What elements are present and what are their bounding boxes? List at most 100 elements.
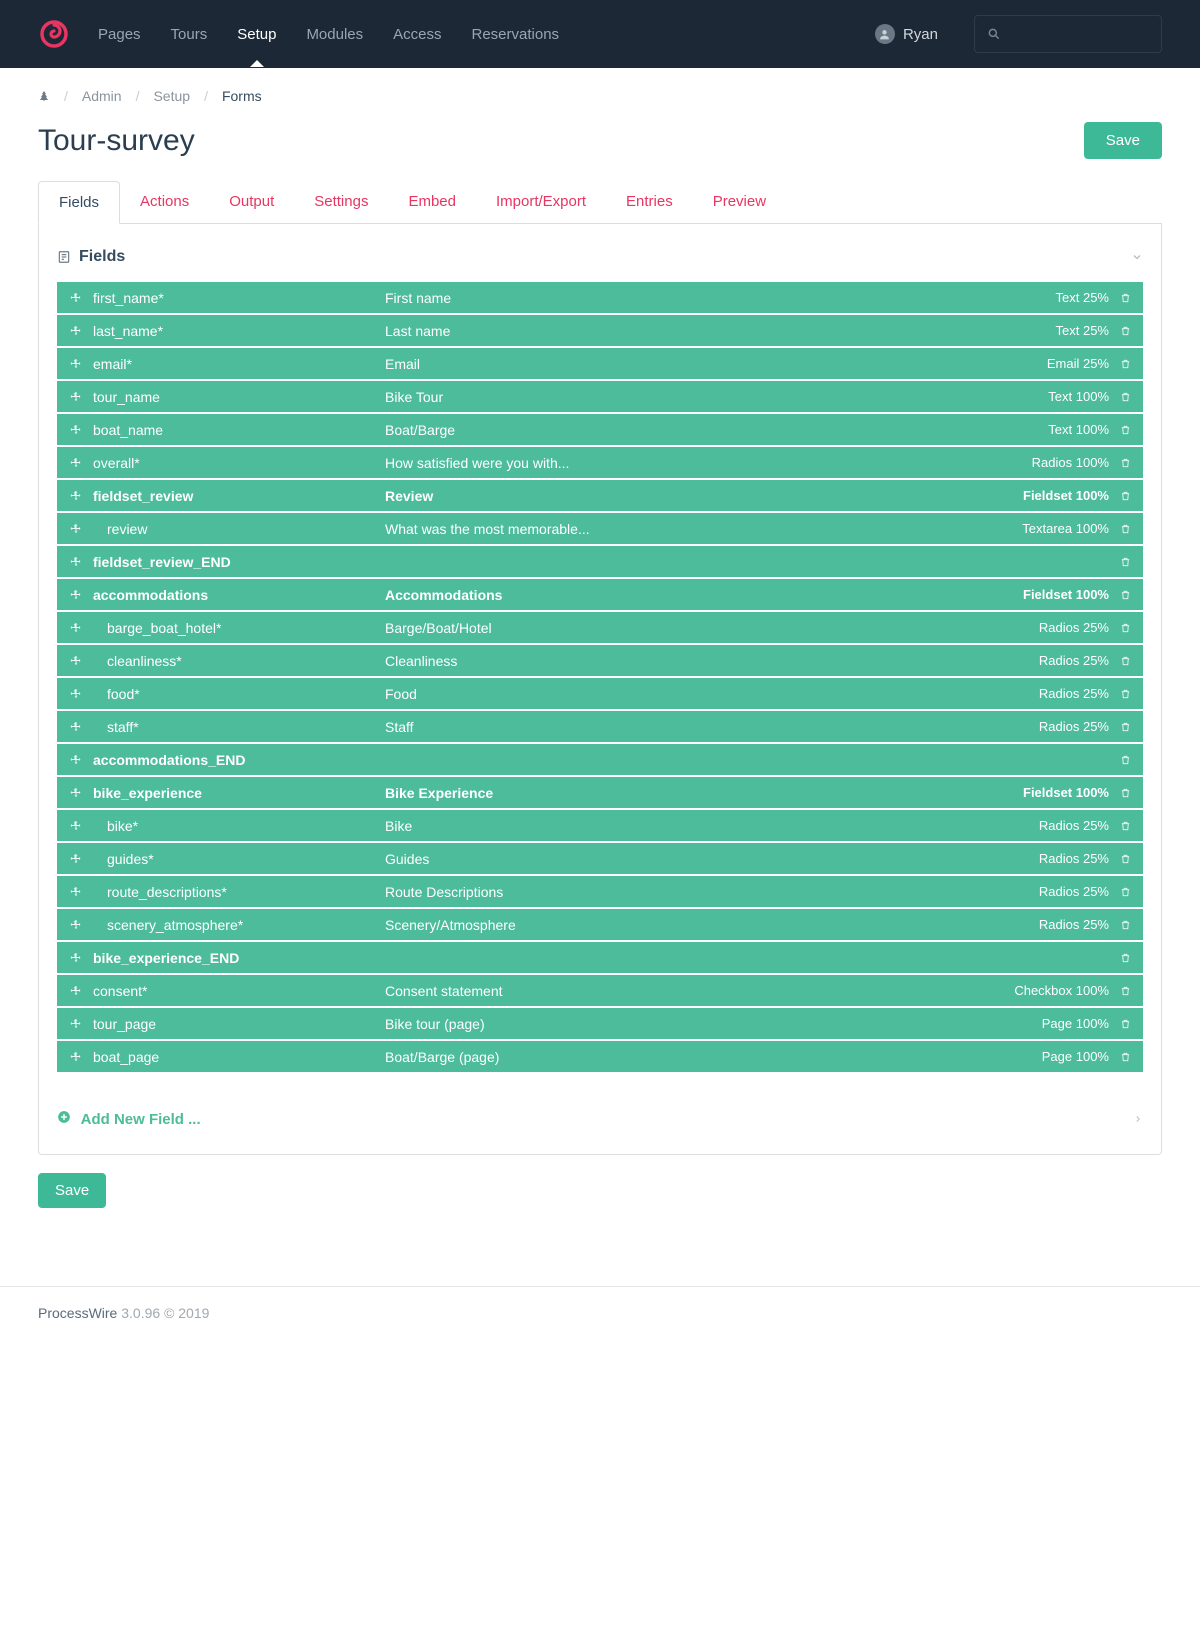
move-icon[interactable] xyxy=(67,787,85,799)
fields-section-header[interactable]: Fields xyxy=(57,242,1143,282)
move-icon[interactable] xyxy=(67,688,85,700)
trash-icon[interactable] xyxy=(1117,391,1133,403)
breadcrumb-setup[interactable]: Setup xyxy=(153,88,190,104)
move-icon[interactable] xyxy=(67,391,85,403)
tree-icon[interactable] xyxy=(38,89,50,103)
trash-icon[interactable] xyxy=(1117,952,1133,964)
tab-entries[interactable]: Entries xyxy=(606,181,693,223)
field-row[interactable]: barge_boat_hotel*Barge/Boat/HotelRadios … xyxy=(57,612,1143,643)
tab-fields[interactable]: Fields xyxy=(38,181,120,224)
nav-item-modules[interactable]: Modules xyxy=(306,2,363,67)
field-row[interactable]: tour_nameBike TourText 100% xyxy=(57,381,1143,412)
trash-icon[interactable] xyxy=(1117,325,1133,337)
trash-icon[interactable] xyxy=(1117,754,1133,766)
user-menu[interactable]: Ryan xyxy=(875,24,938,44)
move-icon[interactable] xyxy=(67,589,85,601)
save-button[interactable]: Save xyxy=(1084,122,1162,159)
move-icon[interactable] xyxy=(67,820,85,832)
field-row[interactable]: tour_pageBike tour (page)Page 100% xyxy=(57,1008,1143,1039)
move-icon[interactable] xyxy=(67,292,85,304)
tab-settings[interactable]: Settings xyxy=(294,181,388,223)
field-row[interactable]: cleanliness*CleanlinessRadios 25% xyxy=(57,645,1143,676)
move-icon[interactable] xyxy=(67,622,85,634)
field-row[interactable]: accommodations_END xyxy=(57,744,1143,775)
field-type: Fieldset 100% xyxy=(1023,488,1117,503)
move-icon[interactable] xyxy=(67,886,85,898)
field-label: Review xyxy=(385,488,1023,504)
trash-icon[interactable] xyxy=(1117,556,1133,568)
field-row[interactable]: boat_pageBoat/Barge (page)Page 100% xyxy=(57,1041,1143,1072)
move-icon[interactable] xyxy=(67,556,85,568)
field-row[interactable]: overall*How satisfied were you with...Ra… xyxy=(57,447,1143,478)
move-icon[interactable] xyxy=(67,985,85,997)
add-new-field[interactable]: Add New Field ... xyxy=(57,1106,1143,1132)
trash-icon[interactable] xyxy=(1117,490,1133,502)
field-row[interactable]: guides*GuidesRadios 25% xyxy=(57,843,1143,874)
tab-import-export[interactable]: Import/Export xyxy=(476,181,606,223)
field-row[interactable]: consent*Consent statementCheckbox 100% xyxy=(57,975,1143,1006)
trash-icon[interactable] xyxy=(1117,523,1133,535)
field-row[interactable]: fieldset_reviewReviewFieldset 100% xyxy=(57,480,1143,511)
save-button-bottom[interactable]: Save xyxy=(38,1173,106,1208)
trash-icon[interactable] xyxy=(1117,1018,1133,1030)
move-icon[interactable] xyxy=(67,919,85,931)
nav-item-setup[interactable]: Setup xyxy=(237,2,276,67)
field-row[interactable]: bike_experience_END xyxy=(57,942,1143,973)
field-label: Consent statement xyxy=(385,983,1014,999)
trash-icon[interactable] xyxy=(1117,589,1133,601)
trash-icon[interactable] xyxy=(1117,688,1133,700)
nav-item-pages[interactable]: Pages xyxy=(98,2,141,67)
breadcrumb-admin[interactable]: Admin xyxy=(82,88,122,104)
field-row[interactable]: route_descriptions*Route DescriptionsRad… xyxy=(57,876,1143,907)
move-icon[interactable] xyxy=(67,325,85,337)
field-row[interactable]: bike_experienceBike ExperienceFieldset 1… xyxy=(57,777,1143,808)
move-icon[interactable] xyxy=(67,1051,85,1063)
field-row[interactable]: staff*StaffRadios 25% xyxy=(57,711,1143,742)
nav-item-tours[interactable]: Tours xyxy=(171,2,208,67)
move-icon[interactable] xyxy=(67,490,85,502)
trash-icon[interactable] xyxy=(1117,1051,1133,1063)
trash-icon[interactable] xyxy=(1117,820,1133,832)
move-icon[interactable] xyxy=(67,721,85,733)
search-input[interactable] xyxy=(974,15,1162,53)
nav-item-access[interactable]: Access xyxy=(393,2,441,67)
trash-icon[interactable] xyxy=(1117,721,1133,733)
nav-item-reservations[interactable]: Reservations xyxy=(472,2,560,67)
trash-icon[interactable] xyxy=(1117,886,1133,898)
field-row[interactable]: bike*BikeRadios 25% xyxy=(57,810,1143,841)
field-row[interactable]: email*EmailEmail 25% xyxy=(57,348,1143,379)
field-row[interactable]: fieldset_review_END xyxy=(57,546,1143,577)
trash-icon[interactable] xyxy=(1117,622,1133,634)
trash-icon[interactable] xyxy=(1117,985,1133,997)
tab-embed[interactable]: Embed xyxy=(388,181,476,223)
trash-icon[interactable] xyxy=(1117,292,1133,304)
field-row[interactable]: food*FoodRadios 25% xyxy=(57,678,1143,709)
field-row[interactable]: last_name*Last nameText 25% xyxy=(57,315,1143,346)
trash-icon[interactable] xyxy=(1117,787,1133,799)
logo[interactable] xyxy=(38,18,70,50)
move-icon[interactable] xyxy=(67,523,85,535)
trash-icon[interactable] xyxy=(1117,853,1133,865)
trash-icon[interactable] xyxy=(1117,358,1133,370)
move-icon[interactable] xyxy=(67,655,85,667)
field-row[interactable]: boat_nameBoat/BargeText 100% xyxy=(57,414,1143,445)
move-icon[interactable] xyxy=(67,358,85,370)
field-row[interactable]: scenery_atmosphere*Scenery/AtmosphereRad… xyxy=(57,909,1143,940)
tab-preview[interactable]: Preview xyxy=(693,181,786,223)
field-row[interactable]: reviewWhat was the most memorable...Text… xyxy=(57,513,1143,544)
tab-output[interactable]: Output xyxy=(209,181,294,223)
move-icon[interactable] xyxy=(67,853,85,865)
move-icon[interactable] xyxy=(67,457,85,469)
trash-icon[interactable] xyxy=(1117,919,1133,931)
tab-actions[interactable]: Actions xyxy=(120,181,209,223)
trash-icon[interactable] xyxy=(1117,655,1133,667)
move-icon[interactable] xyxy=(67,1018,85,1030)
move-icon[interactable] xyxy=(67,424,85,436)
trash-icon[interactable] xyxy=(1117,457,1133,469)
field-row[interactable]: first_name*First nameText 25% xyxy=(57,282,1143,313)
field-row[interactable]: accommodationsAccommodationsFieldset 100… xyxy=(57,579,1143,610)
move-icon[interactable] xyxy=(67,952,85,964)
trash-icon[interactable] xyxy=(1117,424,1133,436)
field-type: Radios 25% xyxy=(1039,719,1117,734)
move-icon[interactable] xyxy=(67,754,85,766)
